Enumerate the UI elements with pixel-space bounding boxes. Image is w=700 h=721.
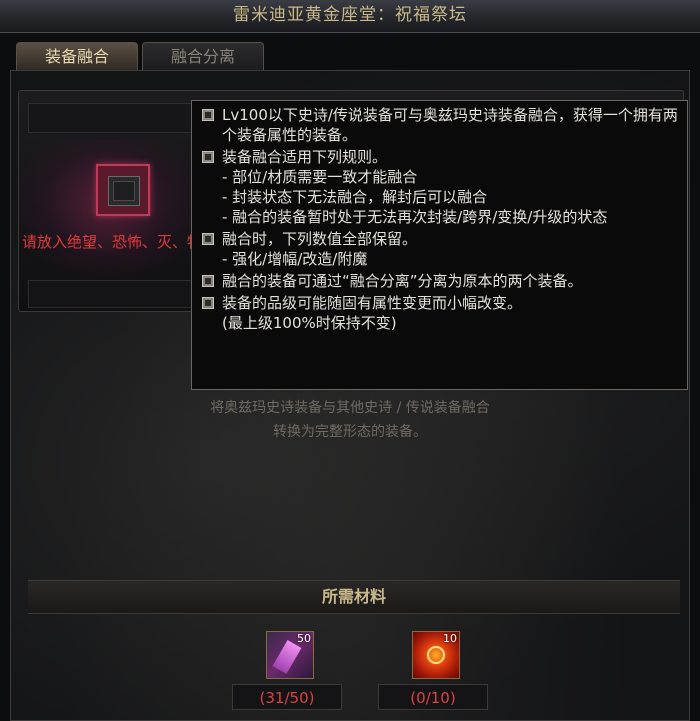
- crystal-icon[interactable]: 50: [266, 631, 314, 679]
- sun-ring: [427, 646, 445, 664]
- bullet-icon: [202, 151, 214, 163]
- empty-slot-icon: [108, 176, 140, 206]
- window-title: 雷米迪亚黄金座堂：祝福祭坛: [0, 0, 700, 33]
- description-line-1: 将奥兹玛史诗装备与其他史诗 / 传说装备融合: [210, 400, 490, 416]
- tooltip-item: 融合的装备可通过“融合分离”分离为原本的两个装备。: [202, 271, 683, 291]
- crystal-shape: [272, 640, 302, 674]
- material-quantity: (31/50): [232, 684, 342, 710]
- tooltip-item: 装备融合适用下列规则。 - 部位/材质需要一致才能融合 - 封装状态下无法融合，…: [202, 147, 683, 227]
- tooltip-line: - 强化/增幅/改造/附魔: [222, 250, 368, 268]
- materials-header: 所需材料: [28, 580, 680, 614]
- tab-equipment-fusion[interactable]: 装备融合: [16, 42, 138, 71]
- equipment-slot[interactable]: [96, 164, 150, 216]
- slot-hint-line: 请放入绝望、恐怖、灭、牺牲、神焰装备: [22, 233, 202, 251]
- tab-fusion-separation[interactable]: 融合分离: [142, 42, 264, 71]
- tooltip-line: Lv100以下史诗/传说装备可与奥兹玛史诗装备融合，获得一个拥有两个装备属性的装…: [222, 106, 678, 144]
- bullet-icon: [202, 275, 214, 287]
- tooltip-line: 融合时，下列数值全部保留。: [222, 230, 418, 248]
- tooltip-item: 融合时，下列数值全部保留。 - 强化/增幅/改造/附魔: [202, 229, 683, 269]
- material-quantity: (0/10): [378, 684, 488, 710]
- bullet-icon: [202, 297, 214, 309]
- slot-hint-text: 请放入绝望、恐怖、灭、牺牲、神焰装备: [22, 230, 202, 254]
- tooltip-line: - 封装状态下无法融合，解封后可以融合: [222, 188, 488, 206]
- tooltip-line: 装备的品级可能随固有属性变更而小幅改变。: [222, 294, 523, 312]
- tooltip-line: 融合的装备可通过“融合分离”分离为原本的两个装备。: [222, 272, 583, 290]
- slot-name-bar: [28, 103, 200, 133]
- material-count-badge: 10: [443, 632, 457, 645]
- fusion-description: 将奥兹玛史诗装备与其他史诗 / 传说装备融合 转换为完整形态的装备。: [0, 396, 700, 444]
- bullet-icon: [202, 109, 214, 121]
- slot-info-bar: [28, 280, 200, 308]
- tooltip-line: - 融合的装备暂时处于无法再次封装/跨界/变换/升级的状态: [222, 208, 608, 226]
- description-line-2: 转换为完整形态的装备。: [273, 424, 427, 440]
- tooltip-item: Lv100以下史诗/传说装备可与奥兹玛史诗装备融合，获得一个拥有两个装备属性的装…: [202, 105, 683, 145]
- tooltip-line: - 部位/材质需要一致才能融合: [222, 168, 418, 186]
- tooltip-line: (最上级100%时保持不变): [222, 314, 397, 332]
- rules-tooltip: Lv100以下史诗/传说装备可与奥兹玛史诗装备融合，获得一个拥有两个装备属性的装…: [191, 100, 688, 390]
- bullet-icon: [202, 233, 214, 245]
- material-count-badge: 50: [297, 632, 311, 645]
- tooltip-line: 装备融合适用下列规则。: [222, 148, 388, 166]
- sun-emblem-icon[interactable]: 10: [412, 631, 460, 679]
- tooltip-item: 装备的品级可能随固有属性变更而小幅改变。 (最上级100%时保持不变): [202, 293, 683, 333]
